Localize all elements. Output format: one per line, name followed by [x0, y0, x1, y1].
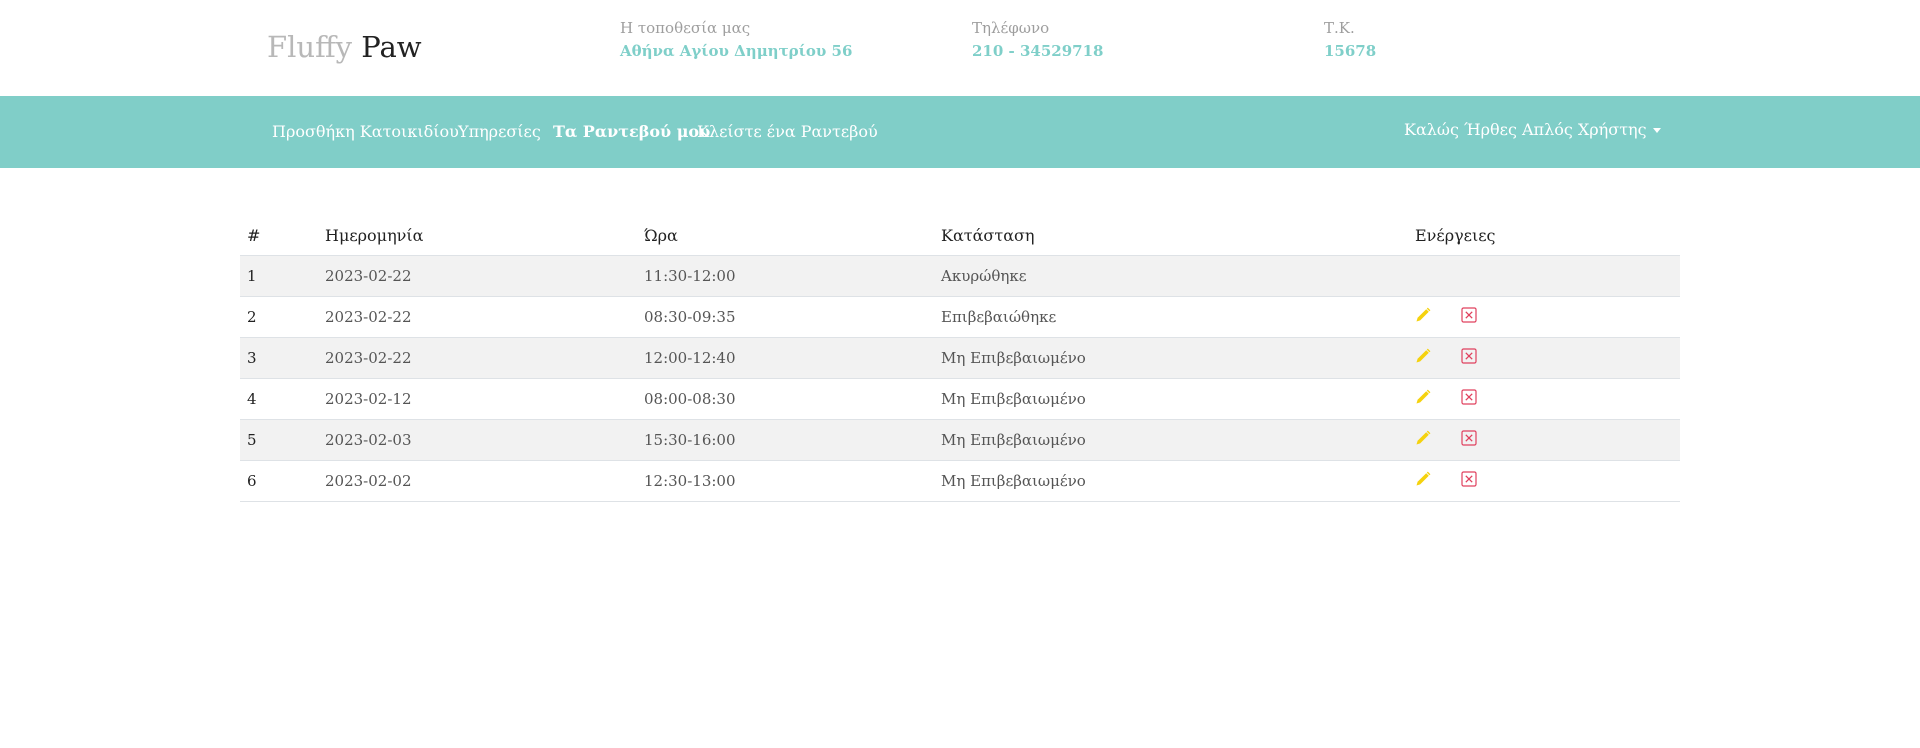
info-phone-label: Τηλέφωνο — [972, 19, 1050, 37]
cell-actions — [1408, 337, 1680, 379]
close-box-icon[interactable] — [1461, 471, 1477, 491]
info-location-label: Η τοποθεσία μας — [620, 19, 751, 37]
cell-actions — [1408, 460, 1680, 502]
close-box-icon[interactable] — [1461, 389, 1477, 409]
table-row: 6 2023-02-02 12:30-13:00 Μη Επιβεβαιωμένο — [240, 460, 1680, 502]
cell-id: 6 — [240, 460, 318, 502]
cell-date: 2023-02-22 — [318, 296, 637, 338]
cell-date: 2023-02-22 — [318, 255, 637, 297]
info-phone-value: 210 - 34529718 — [972, 42, 1104, 60]
pencil-icon[interactable] — [1415, 471, 1431, 491]
header-time: Ώρα — [637, 215, 934, 256]
nav-add-pet[interactable]: Προσθήκη Κατοικιδίου — [272, 122, 459, 141]
cell-status: Ακυρώθηκε — [934, 255, 1408, 297]
pencil-icon[interactable] — [1415, 348, 1431, 368]
pencil-icon[interactable] — [1415, 389, 1431, 409]
cell-id: 2 — [240, 296, 318, 338]
cell-status: Μη Επιβεβαιωμένο — [934, 378, 1408, 420]
cell-status: Μη Επιβεβαιωμένο — [934, 419, 1408, 461]
nav-book-appointment[interactable]: Κλείστε ένα Ραντεβού — [697, 122, 878, 141]
cell-id: 4 — [240, 378, 318, 420]
cell-date: 2023-02-02 — [318, 460, 637, 502]
table-row: 3 2023-02-22 12:00-12:40 Μη Επιβεβαιωμένο — [240, 337, 1680, 379]
appointments-table-container: # Ημερομηνία Ώρα Κατάσταση Ενέργειες 1 20… — [240, 215, 1680, 502]
brand-first-word: Fluffy — [267, 30, 353, 64]
brand-logo[interactable]: Fluffy Paw — [267, 30, 422, 64]
info-location-value: Αθήνα Αγίου Δημητρίου 56 — [620, 42, 853, 60]
cell-status: Μη Επιβεβαιωμένο — [934, 460, 1408, 502]
nav-services[interactable]: Υπηρεσίες — [458, 122, 541, 141]
header-id: # — [240, 215, 318, 256]
pencil-icon[interactable] — [1415, 307, 1431, 327]
main-navbar: Προσθήκη Κατοικιδίου Υπηρεσίες Τα Ραντεβ… — [0, 96, 1920, 168]
user-menu-dropdown[interactable]: Καλώς Ήρθες Απλός Χρήστης — [1404, 120, 1661, 139]
cell-status: Επιβεβαιώθηκε — [934, 296, 1408, 338]
cell-time: 08:00-08:30 — [637, 378, 934, 420]
table-row: 5 2023-02-03 15:30-16:00 Μη Επιβεβαιωμένο — [240, 419, 1680, 461]
cell-time: 12:30-13:00 — [637, 460, 934, 502]
info-location: Η τοποθεσία μας Αθήνα Αγίου Δημητρίου 56 — [620, 18, 852, 62]
cell-time: 08:30-09:35 — [637, 296, 934, 338]
cell-time: 15:30-16:00 — [637, 419, 934, 461]
cell-date: 2023-02-03 — [318, 419, 637, 461]
cell-actions — [1408, 419, 1680, 461]
brand-second-word: Paw — [361, 30, 422, 64]
table-row: 1 2023-02-22 11:30-12:00 Ακυρώθηκε — [240, 255, 1680, 297]
site-header: Fluffy Paw Η τοποθεσία μας Αθήνα Αγίου Δ… — [0, 0, 1920, 96]
cell-id: 5 — [240, 419, 318, 461]
cell-actions — [1408, 378, 1680, 420]
close-box-icon[interactable] — [1461, 430, 1477, 450]
header-status: Κατάσταση — [934, 215, 1408, 256]
info-postal-label: Τ.Κ. — [1324, 19, 1355, 37]
nav-my-appointments[interactable]: Τα Ραντεβού μου — [553, 122, 710, 141]
pencil-icon[interactable] — [1415, 430, 1431, 450]
cell-actions — [1408, 255, 1680, 297]
info-postal-code: Τ.Κ. 15678 — [1324, 18, 1376, 62]
cell-date: 2023-02-22 — [318, 337, 637, 379]
info-phone: Τηλέφωνο 210 - 34529718 — [972, 18, 1103, 62]
header-actions: Ενέργειες — [1408, 215, 1680, 256]
cell-date: 2023-02-12 — [318, 378, 637, 420]
cell-time: 12:00-12:40 — [637, 337, 934, 379]
cell-id: 3 — [240, 337, 318, 379]
appointments-table: # Ημερομηνία Ώρα Κατάσταση Ενέργειες 1 20… — [240, 215, 1680, 502]
caret-down-icon — [1652, 128, 1661, 133]
table-row: 4 2023-02-12 08:00-08:30 Μη Επιβεβαιωμένο — [240, 378, 1680, 420]
cell-time: 11:30-12:00 — [637, 255, 934, 297]
cell-status: Μη Επιβεβαιωμένο — [934, 337, 1408, 379]
table-header-row: # Ημερομηνία Ώρα Κατάσταση Ενέργειες — [240, 215, 1680, 256]
table-row: 2 2023-02-22 08:30-09:35 Επιβεβαιώθηκε — [240, 296, 1680, 338]
user-greeting: Καλώς Ήρθες Απλός Χρήστης — [1404, 120, 1647, 139]
cell-id: 1 — [240, 255, 318, 297]
cell-actions — [1408, 296, 1680, 338]
info-postal-value: 15678 — [1324, 42, 1377, 60]
close-box-icon[interactable] — [1461, 348, 1477, 368]
header-date: Ημερομηνία — [318, 215, 637, 256]
close-box-icon[interactable] — [1461, 307, 1477, 327]
